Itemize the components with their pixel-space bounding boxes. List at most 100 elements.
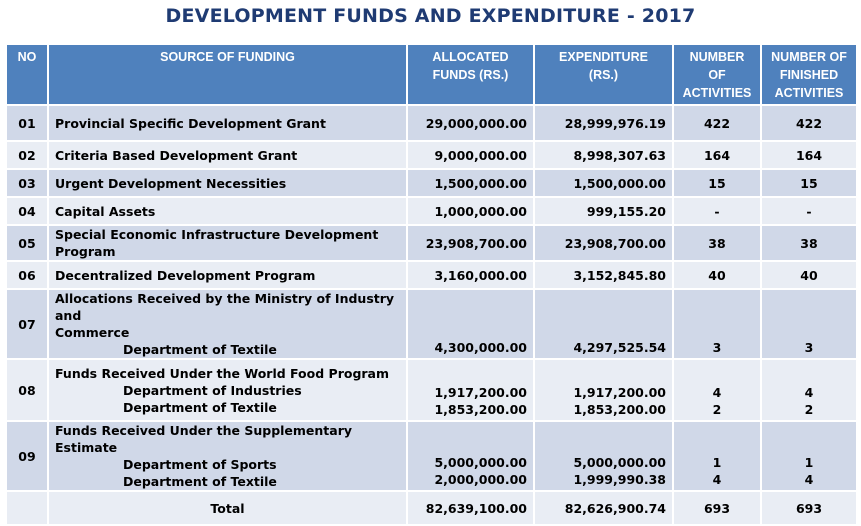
header-allocated: ALLOCATED FUNDS (RS.) bbox=[408, 45, 533, 104]
activities-value: 4 bbox=[712, 472, 722, 487]
row-allocated: 1,000,000.00 bbox=[408, 198, 533, 224]
row-activities: 38 bbox=[674, 226, 760, 260]
row-activities: 15 bbox=[674, 170, 760, 196]
row-sub-item: Department of Sports bbox=[123, 457, 277, 472]
total-no-cell bbox=[7, 492, 47, 524]
row-expenditure: 1,917,200.00 1,853,200.00 bbox=[535, 360, 672, 420]
row-source: Capital Assets bbox=[49, 198, 406, 224]
row-expenditure: 1,500,000.00 bbox=[535, 170, 672, 196]
row-source: Special Economic Infrastructure Developm… bbox=[49, 226, 406, 260]
expenditure-value: 5,000,000.00 bbox=[573, 455, 666, 470]
header-finished: NUMBER OF FINISHED ACTIVITIES bbox=[762, 45, 856, 104]
table-row: 09 Funds Received Under the Supplementar… bbox=[7, 422, 856, 490]
allocated-value: 2,000,000.00 bbox=[434, 472, 527, 487]
total-expenditure: 82,626,900.74 bbox=[535, 492, 672, 524]
row-activities: 164 bbox=[674, 142, 760, 168]
row-sub-item: Department of Textile bbox=[123, 399, 277, 415]
row-sub-item: Department of Textile bbox=[123, 474, 277, 489]
row-allocated: 1,500,000.00 bbox=[408, 170, 533, 196]
row-allocated: 9,000,000.00 bbox=[408, 142, 533, 168]
row-activities: 1 4 bbox=[674, 422, 760, 490]
row-source: Decentralized Development Program bbox=[49, 262, 406, 288]
finished-value: 4 bbox=[804, 472, 814, 487]
row-expenditure: 23,908,700.00 bbox=[535, 226, 672, 260]
row-source-heading: Funds Received Under the Supplementary E… bbox=[55, 423, 353, 455]
row-no: 02 bbox=[7, 142, 47, 168]
row-allocated: 23,908,700.00 bbox=[408, 226, 533, 260]
row-no: 05 bbox=[7, 226, 47, 260]
header-no: NO bbox=[7, 45, 47, 104]
allocated-value: 5,000,000.00 bbox=[434, 455, 527, 470]
row-allocated: 1,917,200.00 1,853,200.00 bbox=[408, 360, 533, 420]
table-row: 03 Urgent Development Necessities 1,500,… bbox=[7, 170, 856, 196]
row-finished: 1 4 bbox=[762, 422, 856, 490]
row-activities: 422 bbox=[674, 106, 760, 140]
row-no: 04 bbox=[7, 198, 47, 224]
row-allocated: 3,160,000.00 bbox=[408, 262, 533, 288]
row-no: 08 bbox=[7, 360, 47, 420]
row-no: 06 bbox=[7, 262, 47, 288]
row-source: Funds Received Under the Supplementary E… bbox=[49, 422, 406, 490]
finished-value: 1 bbox=[804, 455, 814, 470]
row-source-heading-cont: Commerce bbox=[55, 325, 130, 340]
row-source: Provincial Specific Development Grant bbox=[49, 106, 406, 140]
row-finished: 164 bbox=[762, 142, 856, 168]
expenditure-value: 1,853,200.00 bbox=[573, 402, 666, 417]
header-expenditure: EXPENDITURE (RS.) bbox=[535, 45, 672, 104]
row-no: 09 bbox=[7, 422, 47, 490]
row-activities: 4 2 bbox=[674, 360, 760, 420]
row-finished: - bbox=[762, 198, 856, 224]
row-finished: 422 bbox=[762, 106, 856, 140]
total-finished: 693 bbox=[762, 492, 856, 524]
header-row: NO SOURCE OF FUNDING ALLOCATED FUNDS (RS… bbox=[7, 45, 856, 104]
total-label: Total bbox=[49, 492, 406, 524]
row-activities: - bbox=[674, 198, 760, 224]
table-row: 06 Decentralized Development Program 3,1… bbox=[7, 262, 856, 288]
allocated-value: 1,853,200.00 bbox=[434, 402, 527, 417]
row-activities: 3 bbox=[674, 290, 760, 358]
row-expenditure: 4,297,525.54 bbox=[535, 290, 672, 358]
finished-value: 2 bbox=[804, 402, 814, 417]
row-source: Funds Received Under the World Food Prog… bbox=[49, 360, 406, 420]
row-source: Urgent Development Necessities bbox=[49, 170, 406, 196]
table-row: 04 Capital Assets 1,000,000.00 999,155.2… bbox=[7, 198, 856, 224]
row-source-heading: Funds Received Under the World Food Prog… bbox=[55, 365, 390, 381]
row-source-heading: Allocations Received by the Ministry of … bbox=[55, 291, 395, 323]
row-no: 03 bbox=[7, 170, 47, 196]
total-row: Total 82,639,100.00 82,626,900.74 693 69… bbox=[7, 492, 856, 524]
row-finished: 4 2 bbox=[762, 360, 856, 420]
row-sub-item: Department of Textile bbox=[123, 342, 277, 357]
expenditure-value: 1,917,200.00 bbox=[573, 385, 666, 400]
row-expenditure: 28,999,976.19 bbox=[535, 106, 672, 140]
activities-value: 1 bbox=[712, 455, 722, 470]
row-finished: 38 bbox=[762, 226, 856, 260]
table-row: 08 Funds Received Under the World Food P… bbox=[7, 360, 856, 420]
row-expenditure: 3,152,845.80 bbox=[535, 262, 672, 288]
table-row: 02 Criteria Based Development Grant 9,00… bbox=[7, 142, 856, 168]
activities-value: 2 bbox=[712, 402, 722, 417]
total-allocated: 82,639,100.00 bbox=[408, 492, 533, 524]
row-expenditure: 8,998,307.63 bbox=[535, 142, 672, 168]
row-activities: 40 bbox=[674, 262, 760, 288]
header-source: SOURCE OF FUNDING bbox=[49, 45, 406, 104]
table-row: 05 Special Economic Infrastructure Devel… bbox=[7, 226, 856, 260]
row-expenditure: 5,000,000.00 1,999,990.38 bbox=[535, 422, 672, 490]
expenditure-value: 1,999,990.38 bbox=[573, 472, 666, 487]
row-finished: 3 bbox=[762, 290, 856, 358]
row-finished: 15 bbox=[762, 170, 856, 196]
table-row: 07 Allocations Received by the Ministry … bbox=[7, 290, 856, 358]
total-activities: 693 bbox=[674, 492, 760, 524]
row-source: Criteria Based Development Grant bbox=[49, 142, 406, 168]
allocated-value: 1,917,200.00 bbox=[434, 385, 527, 400]
row-sub-item: Department of Industries bbox=[123, 382, 302, 398]
row-allocated: 5,000,000.00 2,000,000.00 bbox=[408, 422, 533, 490]
table-row: 01 Provincial Specific Development Grant… bbox=[7, 106, 856, 140]
activities-value: 4 bbox=[712, 385, 722, 400]
row-no: 01 bbox=[7, 106, 47, 140]
funds-table: NO SOURCE OF FUNDING ALLOCATED FUNDS (RS… bbox=[5, 43, 858, 526]
page-title: DEVELOPMENT FUNDS AND EXPENDITURE - 2017 bbox=[165, 5, 696, 27]
row-finished: 40 bbox=[762, 262, 856, 288]
row-expenditure: 999,155.20 bbox=[535, 198, 672, 224]
row-allocated: 4,300,000.00 bbox=[408, 290, 533, 358]
row-no: 07 bbox=[7, 290, 47, 358]
